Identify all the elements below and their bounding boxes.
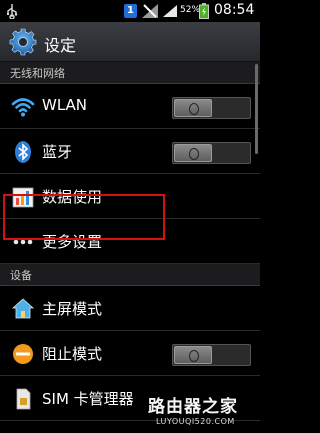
home-icon [11,298,35,319]
toggle-knob [174,346,212,364]
setting-label: WLAN [42,96,88,114]
block-mode-toggle[interactable] [172,344,251,366]
usb-icon [7,4,18,19]
clock: 08:54 [214,2,255,18]
battery-charging-icon [199,3,209,19]
setting-label: SIM 卡管理器 [42,390,134,408]
section-title: 设备 [10,269,32,282]
setting-row-bluetooth[interactable]: 蓝牙 [0,129,260,174]
battery-percent: 52% [180,5,201,15]
toggle-knob [174,99,212,117]
setting-label: 蓝牙 [42,143,73,161]
wlan-toggle[interactable] [172,97,251,119]
watermark: 路由器之家 LUYOUQI520.COM [148,392,258,432]
status-bar: 1 52% 08:54 [0,0,260,22]
setting-row-block-mode[interactable]: 阻止模式 [0,331,260,376]
section-header-wireless: 无线和网络 [0,62,260,84]
bluetooth-icon [15,141,31,163]
signal-icon [163,5,177,17]
section-title: 无线和网络 [10,67,65,80]
toggle-knob [174,144,212,162]
scrollbar[interactable] [255,64,258,154]
watermark-text: 路由器之家 [148,397,238,417]
watermark-url: LUYOUQI520.COM [156,417,235,426]
wifi-icon [11,98,35,117]
section-header-device: 设备 [0,264,260,286]
highlight-box [3,194,165,240]
setting-row-home-mode[interactable]: 主屏模式 [0,286,260,331]
setting-label: 阻止模式 [42,345,103,363]
notification-icon: 1 [124,4,137,18]
page-title: 设定 [44,36,77,55]
title-bar: 设定 [0,22,260,62]
settings-gear-icon[interactable] [9,28,37,56]
setting-label: 主屏模式 [42,300,103,318]
setting-row-wlan[interactable]: WLAN [0,84,260,129]
sim-card-icon [16,388,31,410]
bluetooth-toggle[interactable] [172,142,251,164]
no-signal-icon [142,4,158,18]
block-icon [13,344,33,364]
